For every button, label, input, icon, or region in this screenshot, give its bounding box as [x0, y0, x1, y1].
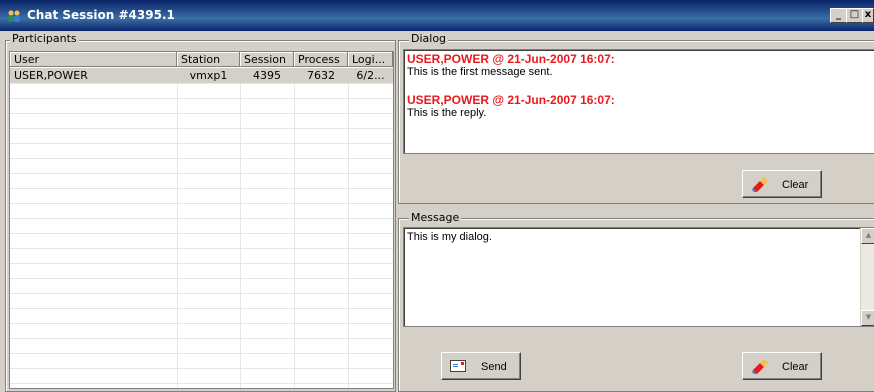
grid-line: [10, 143, 393, 144]
dialog-label: Dialog: [409, 32, 449, 45]
grid-line: [10, 203, 393, 204]
column-station[interactable]: Station: [177, 52, 240, 67]
grid-line: [10, 293, 393, 294]
message-scrollbar[interactable]: ▲ ▼: [860, 228, 874, 326]
grid-line: [10, 128, 393, 129]
message-input-text: This is my dialog.: [407, 231, 492, 243]
list-header: User Station Session Process Logi...: [10, 52, 393, 68]
cell-user: USER,POWER: [14, 69, 88, 82]
table-row[interactable]: USER,POWER vmxp1 4395 7632 6/2...: [10, 68, 393, 83]
column-user[interactable]: User: [10, 52, 177, 67]
grid-line: [10, 188, 393, 189]
grid-line: [10, 338, 393, 339]
minimize-button[interactable]: _: [830, 8, 847, 23]
dialog-transcript[interactable]: USER,POWER @ 21-Jun-2007 16:07: This is …: [403, 49, 874, 154]
message-header: USER,POWER @ 21-Jun-2007 16:07:: [407, 52, 615, 66]
grid-line: [10, 98, 393, 99]
send-button[interactable]: Send: [441, 352, 521, 380]
window-title: Chat Session #4395.1: [27, 8, 175, 22]
envelope-icon: [450, 360, 466, 372]
message-input[interactable]: This is my dialog. ▲ ▼: [403, 227, 874, 327]
grid-line: [10, 263, 393, 264]
grid-line: [10, 323, 393, 324]
eraser-icon: [752, 359, 768, 374]
grid-line: [10, 353, 393, 354]
grid-line: [10, 368, 393, 369]
grid-line: [10, 218, 393, 219]
cell-session: 4395: [253, 69, 281, 82]
scroll-up-icon[interactable]: ▲: [861, 228, 874, 244]
participants-label: Participants: [10, 32, 79, 45]
grid-line: [294, 68, 295, 388]
message-clear-button[interactable]: Clear: [742, 352, 822, 380]
maximize-button[interactable]: □: [846, 8, 863, 23]
grid-line: [10, 248, 393, 249]
grid-line: [10, 158, 393, 159]
grid-line: [177, 68, 178, 388]
send-label: Send: [481, 361, 507, 373]
column-process[interactable]: Process: [294, 52, 348, 67]
grid-line: [10, 173, 393, 174]
grid-line: [10, 383, 393, 384]
grid-line: [10, 83, 393, 84]
grid-line: [10, 113, 393, 114]
grid-line: [240, 68, 241, 388]
people-icon: [8, 10, 20, 22]
column-session[interactable]: Session: [240, 52, 294, 67]
grid-line: [10, 233, 393, 234]
dialog-clear-button[interactable]: Clear: [742, 170, 822, 198]
message-text: This is the first message sent.: [407, 66, 553, 78]
message-header: USER,POWER @ 21-Jun-2007 16:07:: [407, 93, 615, 107]
cell-login: 6/2...: [356, 69, 385, 82]
clear-label: Clear: [782, 361, 809, 373]
cell-process: 7632: [307, 69, 335, 82]
message-text: This is the reply.: [407, 107, 487, 119]
message-label: Message: [409, 211, 462, 224]
clear-label: Clear: [782, 179, 809, 191]
scroll-down-icon[interactable]: ▼: [861, 310, 874, 326]
title-bar[interactable]: Chat Session #4395.1 _ □ x: [0, 0, 874, 31]
grid-line: [10, 308, 393, 309]
grid-line: [348, 68, 349, 388]
eraser-icon: [752, 177, 768, 192]
close-button[interactable]: x: [862, 8, 874, 23]
column-login[interactable]: Logi...: [348, 52, 393, 67]
cell-station: vmxp1: [189, 69, 228, 82]
participants-list[interactable]: User Station Session Process Logi... USE…: [9, 51, 394, 389]
grid-line: [10, 278, 393, 279]
